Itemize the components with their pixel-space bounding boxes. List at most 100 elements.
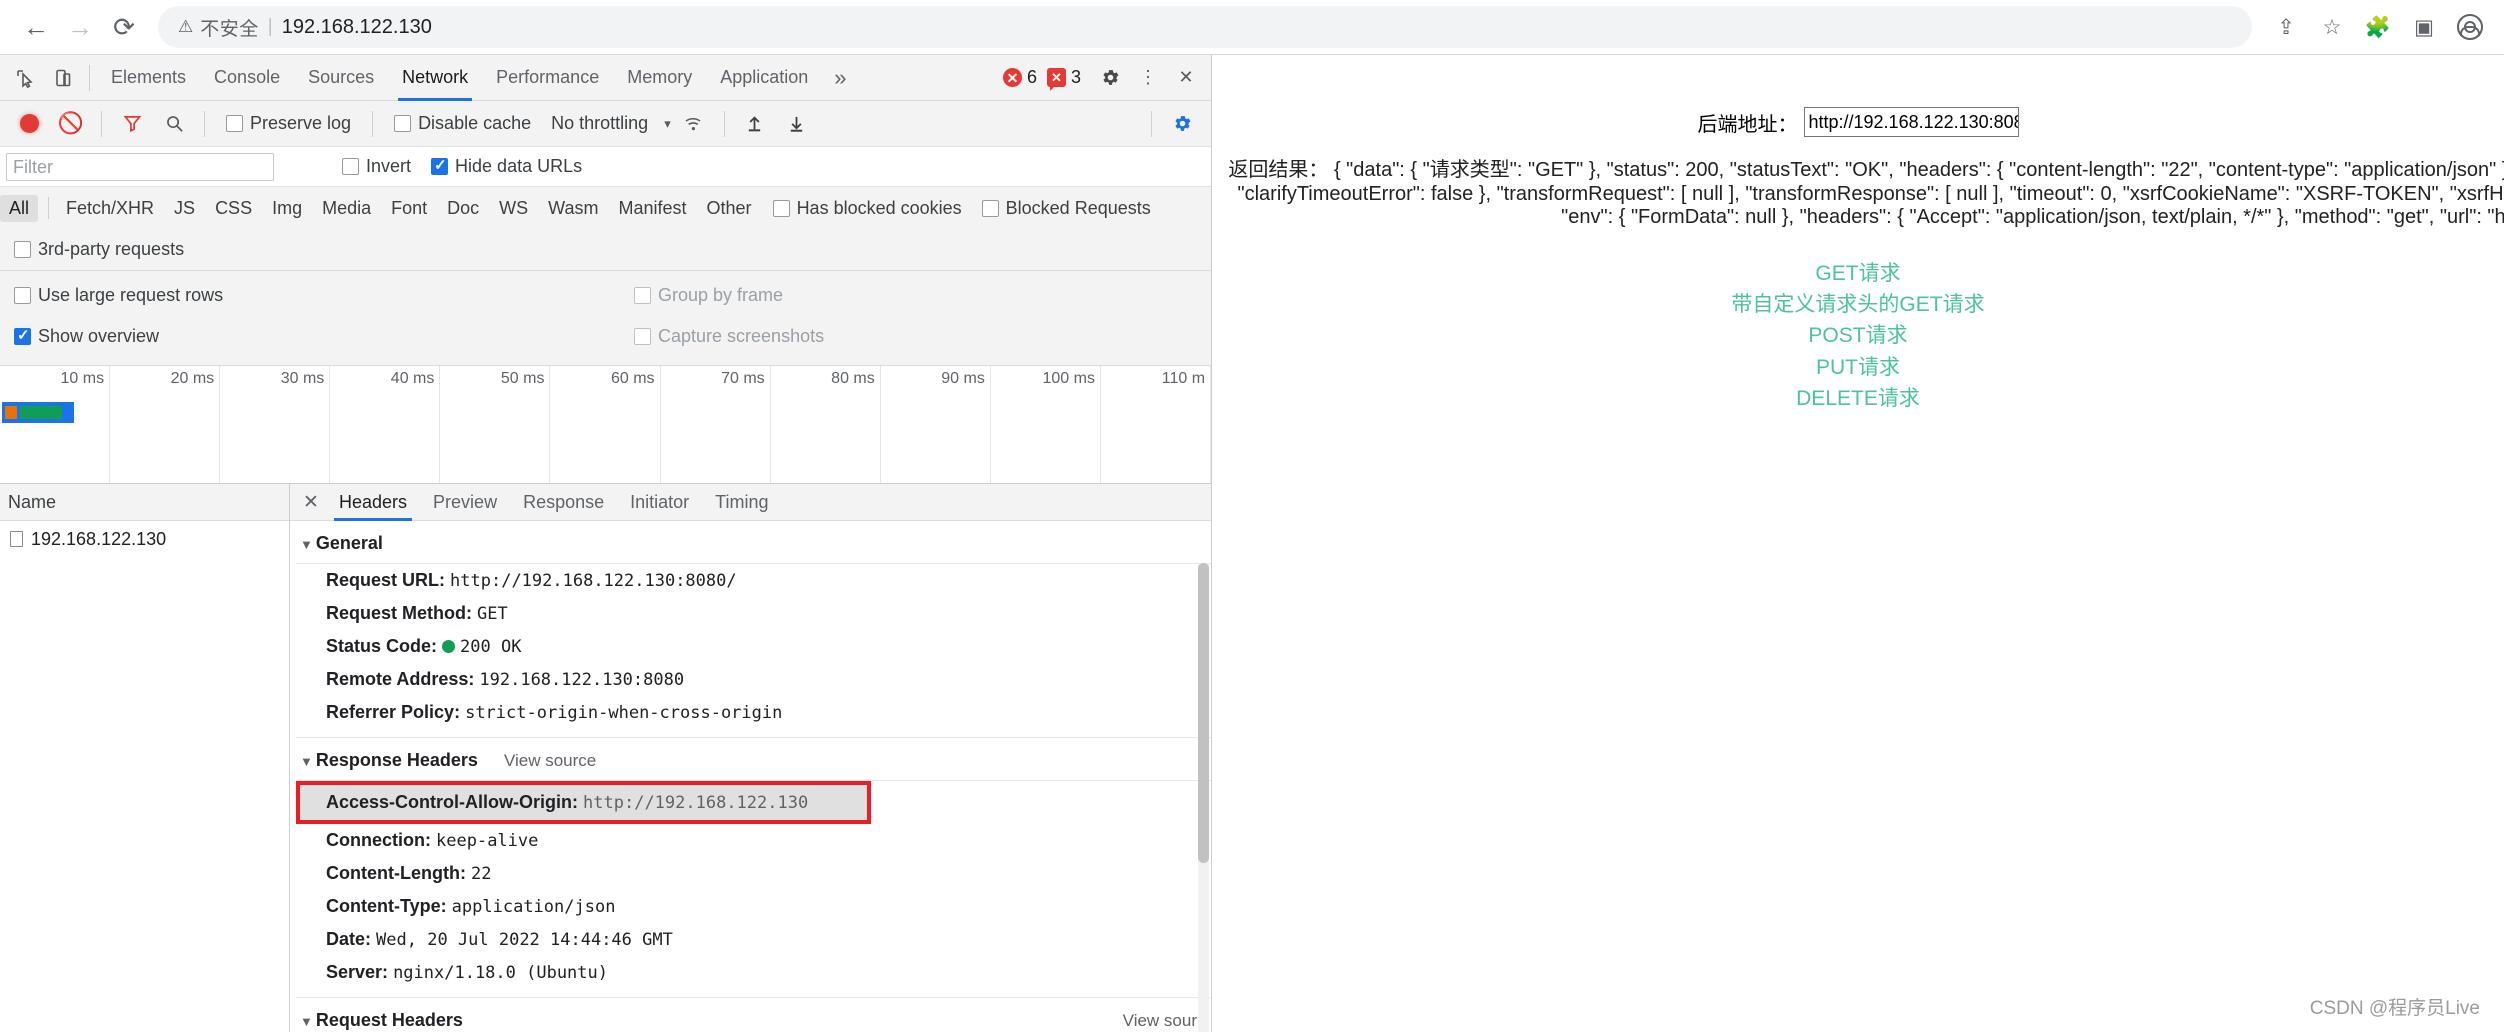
invert-checkbox[interactable]: Invert	[342, 156, 411, 177]
devtools-tab-application[interactable]: Application	[706, 55, 822, 101]
type-filter-other[interactable]: Other	[698, 195, 761, 222]
profile-avatar-icon[interactable]	[2450, 7, 2490, 47]
blocked-requests-label: Blocked Requests	[1006, 198, 1151, 219]
inspect-element-icon[interactable]	[6, 59, 44, 97]
type-filter-fetch-xhr[interactable]: Fetch/XHR	[57, 195, 163, 222]
link-delete-request[interactable]: DELETE请求	[1796, 385, 1920, 413]
link-get-request[interactable]: GET请求	[1815, 260, 1900, 288]
response-row-content-type: Content-Type: application/json	[296, 890, 1211, 923]
preserve-log-checkbox[interactable]: Preserve log	[226, 113, 351, 134]
warning-badge[interactable]: ✕ 3	[1047, 67, 1081, 88]
request-headers-section-title[interactable]: ▼Request Headers View sour	[296, 998, 1211, 1032]
export-har-icon[interactable]	[778, 105, 816, 143]
detail-tab-preview[interactable]: Preview	[420, 484, 510, 521]
detail-tab-initiator[interactable]: Initiator	[617, 484, 702, 521]
content-length-key: Content-Length:	[326, 863, 466, 883]
type-filter-js[interactable]: JS	[165, 195, 204, 222]
type-filter-font[interactable]: Font	[382, 195, 436, 222]
use-large-rows-checkbox[interactable]: Use large request rows	[14, 285, 614, 306]
has-blocked-cookies-box	[773, 200, 790, 217]
type-filter-img[interactable]: Img	[263, 195, 311, 222]
view-source-link-request[interactable]: View sour	[1123, 1011, 1197, 1031]
puzzle-icon[interactable]: 🧩	[2358, 7, 2398, 47]
close-icon[interactable]: ✕	[1167, 59, 1205, 97]
response-headers-section-title[interactable]: ▼Response Headers View source	[296, 738, 1211, 781]
detail-scrollbar[interactable]	[1198, 563, 1209, 1032]
type-filter-wasm[interactable]: Wasm	[539, 195, 607, 222]
overview-tick-8: 90 ms	[941, 370, 985, 388]
type-filter-css[interactable]: CSS	[206, 195, 261, 222]
device-toolbar-icon[interactable]	[44, 59, 82, 97]
link-post-request[interactable]: POST请求	[1808, 322, 1907, 350]
overview-tick-0: 10 ms	[61, 370, 105, 388]
devtools-tab-console[interactable]: Console	[200, 55, 294, 101]
chevron-down-icon[interactable]: ▾	[664, 116, 671, 132]
network-settings-gear-icon[interactable]	[1163, 105, 1201, 143]
link-put-request[interactable]: PUT请求	[1816, 354, 1900, 382]
star-icon[interactable]: ☆	[2312, 7, 2352, 47]
import-har-icon[interactable]	[736, 105, 774, 143]
record-stop-icon[interactable]	[10, 105, 48, 143]
address-bar[interactable]: ⚠ 不安全 | 192.168.122.130	[158, 6, 2252, 48]
table-row[interactable]: 192.168.122.130	[0, 521, 289, 557]
resource-type-filters: All Fetch/XHR JS CSS Img Media Font Doc …	[0, 187, 1211, 229]
throttling-select[interactable]: No throttling	[551, 113, 648, 134]
access-control-allow-origin-key: Access-Control-Allow-Origin:	[326, 792, 578, 812]
request-list-header[interactable]: Name	[0, 484, 289, 521]
devtools-tab-performance[interactable]: Performance	[482, 55, 613, 101]
group-by-frame-checkbox[interactable]: Group by frame	[634, 285, 1134, 306]
type-filter-manifest[interactable]: Manifest	[610, 195, 696, 222]
devtools-tab-network[interactable]: Network	[388, 55, 482, 101]
has-blocked-cookies-checkbox[interactable]: Has blocked cookies	[773, 198, 962, 219]
back-arrow-icon[interactable]: ←	[14, 5, 58, 49]
reload-icon[interactable]: ⟳	[102, 5, 146, 49]
status-code-value: 200 OK	[460, 637, 521, 657]
network-lower-area: Name 192.168.122.130 ✕ Headers Preview R…	[0, 484, 1211, 1032]
close-panel-icon[interactable]: ✕	[296, 491, 326, 514]
disable-cache-checkbox[interactable]: Disable cache	[394, 113, 531, 134]
filter-funnel-icon[interactable]	[113, 105, 151, 143]
show-overview-checkbox[interactable]: Show overview	[14, 326, 614, 347]
share-icon[interactable]: ⇪	[2266, 7, 2306, 47]
network-conditions-icon[interactable]	[675, 105, 713, 143]
view-source-link-response[interactable]: View source	[504, 751, 596, 771]
detail-tab-response[interactable]: Response	[510, 484, 617, 521]
network-settings-panel: Use large request rows Group by frame	[0, 271, 1211, 366]
overview-tick-1: 20 ms	[171, 370, 215, 388]
type-filter-ws[interactable]: WS	[490, 195, 537, 222]
devtools-tab-memory[interactable]: Memory	[613, 55, 706, 101]
overview-tick-5: 60 ms	[611, 370, 655, 388]
chevron-double-right-icon[interactable]: »	[822, 65, 858, 91]
link-get-request-custom-header[interactable]: 带自定义请求头的GET请求	[1731, 291, 1984, 319]
clear-network-icon[interactable]: 🚫	[52, 105, 90, 143]
web-page-content: 后端地址： http://192.168.122.130:8080 返回结果： …	[1212, 55, 2504, 1032]
type-filter-all[interactable]: All	[0, 195, 38, 222]
error-badge[interactable]: ✕ 6	[1003, 67, 1037, 88]
hide-data-urls-checkbox[interactable]: Hide data URLs	[431, 156, 582, 177]
capture-screenshots-checkbox[interactable]: Capture screenshots	[634, 326, 1134, 347]
forward-arrow-icon[interactable]: →	[58, 5, 102, 49]
panel-icon[interactable]: ▣	[2404, 7, 2444, 47]
filter-input[interactable]: Filter	[6, 153, 274, 181]
access-control-highlight-wrapper: Access-Control-Allow-Origin: http://192.…	[296, 781, 871, 824]
detail-tabbar: ✕ Headers Preview Response Initiator Tim…	[290, 484, 1211, 521]
status-code-key: Status Code:	[326, 636, 437, 656]
network-overview-timeline[interactable]: 10 ms 20 ms 30 ms 40 ms 50 ms 60 ms 70 m…	[0, 366, 1211, 484]
search-icon[interactable]	[155, 105, 193, 143]
browser-toolbar: ← → ⟳ ⚠ 不安全 | 192.168.122.130 ⇪ ☆ 🧩 ▣	[0, 0, 2504, 55]
general-section-title[interactable]: ▼General	[296, 521, 1211, 564]
response-row-access-control-allow-origin: Access-Control-Allow-Origin: http://192.…	[296, 781, 871, 824]
gear-icon[interactable]	[1091, 59, 1129, 97]
backend-address-label: 后端地址：	[1698, 108, 1798, 137]
devtools-tab-sources[interactable]: Sources	[294, 55, 388, 101]
detail-tab-timing[interactable]: Timing	[702, 484, 781, 521]
more-vertical-icon[interactable]: ⋮	[1129, 59, 1167, 97]
detail-tab-headers[interactable]: Headers	[326, 484, 420, 521]
hide-data-urls-box	[431, 158, 448, 175]
type-filter-doc[interactable]: Doc	[438, 195, 488, 222]
devtools-tab-elements[interactable]: Elements	[97, 55, 200, 101]
blocked-requests-checkbox[interactable]: Blocked Requests	[982, 198, 1151, 219]
backend-address-input[interactable]: http://192.168.122.130:8080	[1804, 107, 2019, 137]
type-filter-media[interactable]: Media	[313, 195, 380, 222]
third-party-requests-checkbox[interactable]: 3rd-party requests	[14, 239, 184, 260]
